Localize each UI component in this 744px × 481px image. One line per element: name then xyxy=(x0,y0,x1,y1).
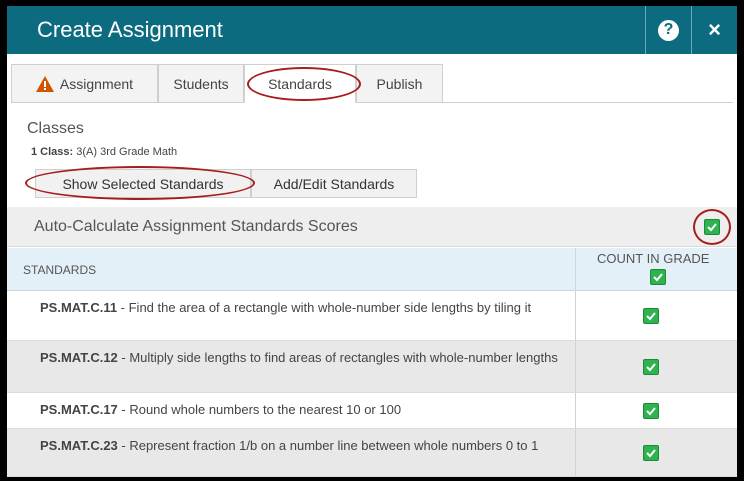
dialog-frame: Create Assignment ? × Assignment Student… xyxy=(0,0,744,481)
standard-code: PS.MAT.C.11 xyxy=(40,300,118,315)
add-edit-standards-button[interactable]: Add/Edit Standards xyxy=(251,169,417,198)
count-in-grade-checkbox[interactable] xyxy=(643,359,659,375)
check-icon xyxy=(707,223,717,232)
standard-text: PS.MAT.C.17 - Round whole numbers to the… xyxy=(40,400,560,420)
class-name: 3(A) 3rd Grade Math xyxy=(76,146,178,158)
standard-text: PS.MAT.C.11 - Find the area of a rectang… xyxy=(40,298,560,318)
column-divider xyxy=(575,291,576,340)
tab-bar: Assignment Students Standards Publish xyxy=(11,64,733,103)
count-in-grade-checkbox[interactable] xyxy=(643,445,659,461)
dialog-title: Create Assignment xyxy=(37,17,223,42)
tab-publish[interactable]: Publish xyxy=(356,64,443,103)
standard-text: PS.MAT.C.23 - Represent fraction 1/b on … xyxy=(40,436,560,456)
dialog-titlebar: Create Assignment ? × xyxy=(7,6,737,54)
tab-students[interactable]: Students xyxy=(158,64,244,103)
standard-description: - Round whole numbers to the nearest 10 … xyxy=(117,402,402,417)
table-row: PS.MAT.C.12 - Multiply side lengths to f… xyxy=(7,341,737,393)
help-button[interactable]: ? xyxy=(645,6,691,54)
warning-icon xyxy=(35,75,54,92)
check-icon xyxy=(646,363,656,372)
auto-calculate-checkbox[interactable] xyxy=(704,219,720,235)
auto-calculate-row: Auto-Calculate Assignment Standards Scor… xyxy=(7,207,737,247)
check-icon xyxy=(653,273,663,282)
show-selected-standards-label: Show Selected Standards xyxy=(62,175,224,192)
count-in-grade-checkbox[interactable] xyxy=(643,403,659,419)
classes-heading: Classes xyxy=(27,120,84,137)
standard-description: - Represent fraction 1/b on a number lin… xyxy=(117,438,539,453)
check-icon xyxy=(646,407,656,416)
standards-table-header: STANDARDS COUNT IN GRADE xyxy=(7,248,737,291)
standard-code: PS.MAT.C.17 xyxy=(40,402,118,417)
column-divider xyxy=(575,341,576,392)
tab-publish-label: Publish xyxy=(376,75,423,92)
tab-standards-label: Standards xyxy=(268,75,332,92)
tab-students-label: Students xyxy=(173,75,229,92)
count-in-grade-select-all-checkbox[interactable] xyxy=(650,269,666,285)
table-row: PS.MAT.C.17 - Round whole numbers to the… xyxy=(7,393,737,429)
column-header-standards: STANDARDS xyxy=(23,263,97,277)
standard-code: PS.MAT.C.23 xyxy=(40,438,118,453)
column-count-in-grade: COUNT IN GRADE xyxy=(575,248,737,291)
table-row: PS.MAT.C.11 - Find the area of a rectang… xyxy=(7,291,737,341)
check-icon xyxy=(646,312,656,321)
column-divider xyxy=(575,393,576,428)
table-row: PS.MAT.C.23 - Represent fraction 1/b on … xyxy=(7,429,737,477)
standard-code: PS.MAT.C.12 xyxy=(40,350,118,365)
count-in-grade-checkbox[interactable] xyxy=(643,308,659,324)
close-icon: × xyxy=(708,17,721,42)
class-count: 1 Class: xyxy=(31,146,74,158)
help-icon: ? xyxy=(658,19,679,41)
tab-standards[interactable]: Standards xyxy=(244,64,356,103)
standard-description: - Find the area of a rectangle with whol… xyxy=(117,300,532,315)
add-edit-standards-label: Add/Edit Standards xyxy=(273,175,395,192)
check-icon xyxy=(646,449,656,458)
standard-text: PS.MAT.C.12 - Multiply side lengths to f… xyxy=(40,348,560,368)
column-header-count-in-grade: COUNT IN GRADE xyxy=(597,251,710,266)
class-summary: 1 Class: 3(A) 3rd Grade Math xyxy=(31,146,177,158)
auto-calculate-label: Auto-Calculate Assignment Standards Scor… xyxy=(34,218,358,235)
standard-description: - Multiply side lengths to find areas of… xyxy=(117,350,558,365)
show-selected-standards-button[interactable]: Show Selected Standards xyxy=(35,169,251,198)
tab-assignment[interactable]: Assignment xyxy=(11,64,158,103)
column-divider xyxy=(575,429,576,476)
close-button[interactable]: × xyxy=(691,6,737,54)
tab-assignment-label: Assignment xyxy=(59,75,134,92)
